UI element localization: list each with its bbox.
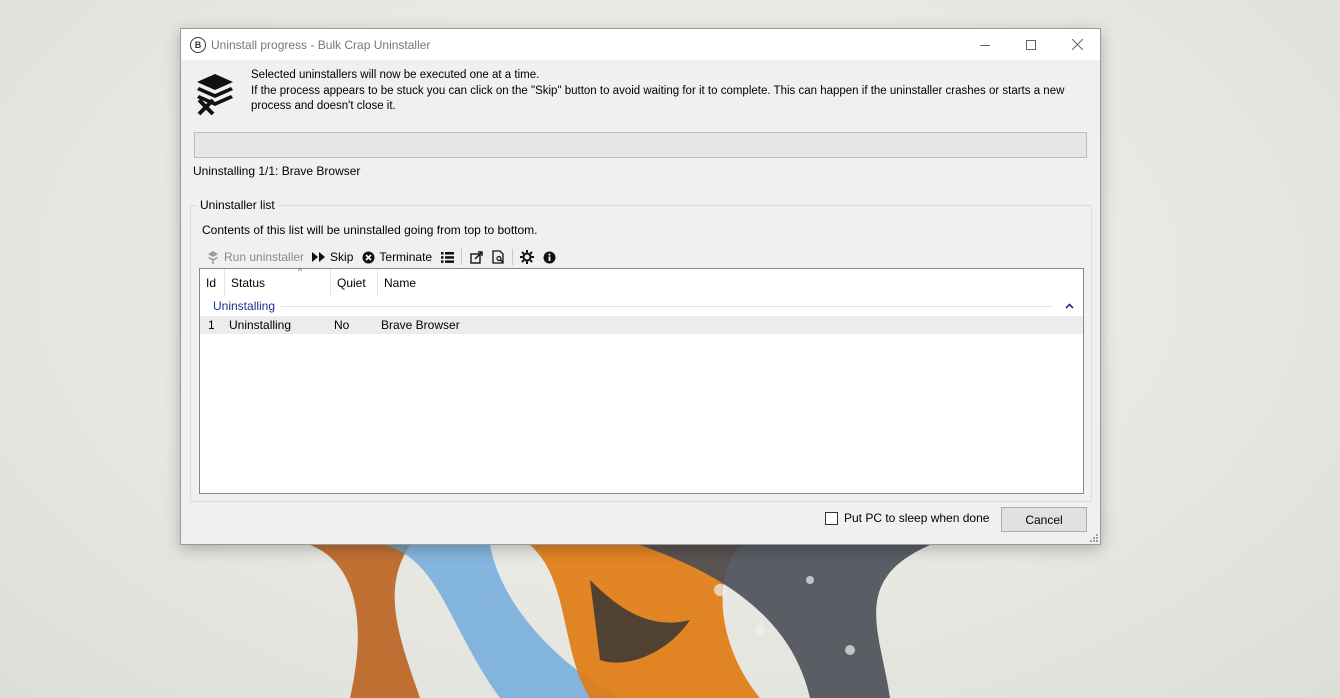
open-external-button[interactable] [465, 247, 487, 267]
list-toolbar: Run uninstaller Skip Terminate [202, 246, 560, 268]
info-icon [542, 250, 556, 264]
header-line-2: If the process appears to be stuck you c… [251, 84, 1065, 113]
column-id-label: Id [206, 275, 217, 290]
header-panel: Selected uninstallers will now be execut… [181, 60, 1100, 120]
settings-button[interactable] [516, 247, 538, 267]
uninstall-progress-window: B Uninstall progress - Bulk Crap Uninsta… [180, 28, 1101, 545]
column-status[interactable]: Status ^ [225, 266, 331, 296]
column-name-label: Name [384, 275, 417, 290]
toolbar-separator [512, 249, 514, 265]
sleep-checkbox[interactable] [825, 511, 838, 525]
sleep-label: Put PC to sleep when done [844, 511, 990, 525]
title-bar[interactable]: B Uninstall progress - Bulk Crap Uninsta… [181, 29, 1100, 60]
wallpaper-artwork [310, 545, 930, 698]
chevron-up-icon [1064, 303, 1074, 309]
row-id: 1 [208, 318, 215, 332]
minimize-icon [980, 44, 990, 46]
terminate-icon [361, 250, 375, 264]
run-uninstaller-icon [206, 250, 220, 264]
run-uninstaller-button[interactable]: Run uninstaller [202, 247, 308, 267]
terminate-label: Terminate [379, 250, 433, 264]
skip-label: Skip [330, 250, 354, 264]
list-header: Id Status ^ Quiet Name [200, 266, 1083, 296]
fast-forward-icon [312, 250, 326, 264]
info-button[interactable] [538, 247, 560, 267]
gear-icon [520, 250, 535, 264]
list-view-button[interactable] [436, 247, 458, 267]
external-link-icon [469, 250, 483, 264]
minimize-button[interactable] [962, 29, 1008, 60]
terminate-button[interactable]: Terminate [357, 247, 436, 267]
column-quiet-label: Quiet [337, 275, 366, 290]
uninstall-progress-bar [194, 132, 1087, 158]
cancel-button[interactable]: Cancel [1001, 507, 1087, 532]
list-icon [440, 250, 454, 264]
group-divider [281, 305, 1053, 307]
window-title: Uninstall progress - Bulk Crap Uninstall… [211, 37, 431, 52]
row-name: Brave Browser [381, 318, 460, 332]
column-status-label: Status [231, 275, 266, 290]
column-id[interactable]: Id [200, 269, 225, 296]
properties-button[interactable] [487, 247, 509, 267]
header-line-1: Selected uninstallers will now be execut… [251, 69, 540, 81]
uninstall-stack-icon [197, 74, 233, 116]
uninstaller-list-group: Uninstaller list Contents of this list w… [190, 198, 1092, 502]
row-status: Uninstalling [229, 318, 292, 332]
row-quiet: No [334, 318, 350, 332]
uninstaller-list-view[interactable]: Id Status ^ Quiet Name Uninstalling 1 Un… [199, 266, 1084, 494]
column-name[interactable]: Name [378, 269, 678, 296]
progress-status-text: Uninstalling 1/1: Brave Browser [193, 164, 361, 178]
skip-button[interactable]: Skip [308, 247, 357, 267]
sleep-when-done-option[interactable]: Put PC to sleep when done [825, 511, 989, 525]
group-label: Uninstalling [213, 299, 276, 313]
toolbar-separator [461, 249, 463, 265]
resize-grip-icon[interactable] [1088, 532, 1098, 542]
close-icon [1071, 39, 1083, 50]
sort-ascending-icon: ^ [298, 266, 303, 276]
maximize-button[interactable] [1008, 29, 1054, 60]
table-row[interactable]: 1 Uninstalling No Brave Browser [200, 316, 1083, 334]
group-description: Contents of this list will be uninstalle… [202, 223, 538, 237]
group-title: Uninstaller list [197, 198, 278, 212]
document-search-icon [491, 250, 505, 264]
close-button[interactable] [1054, 29, 1100, 60]
maximize-icon [1026, 39, 1036, 50]
collapse-group-button[interactable] [1061, 303, 1077, 309]
list-group-uninstalling[interactable]: Uninstalling [200, 296, 1083, 316]
column-quiet[interactable]: Quiet [331, 269, 378, 296]
run-uninstaller-label: Run uninstaller [224, 250, 305, 264]
bcu-app-icon: B [190, 36, 206, 53]
